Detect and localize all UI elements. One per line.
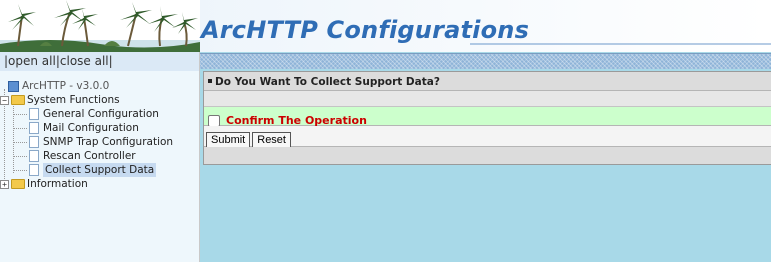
form-spacer [204, 91, 771, 107]
separator: | [108, 54, 113, 68]
open-close-bar: |open all|close all| [0, 52, 199, 71]
confirm-row: Confirm The Operation [204, 107, 771, 127]
sidebar-item-label: Mail Configuration [43, 122, 139, 134]
sidebar-item-label: Rescan Controller [43, 150, 136, 162]
tree-folder-information[interactable]: + Information [0, 177, 88, 191]
page-icon [29, 136, 39, 148]
bullet-icon [208, 79, 212, 83]
collapse-minus-icon[interactable]: − [0, 95, 9, 105]
folder-closed-icon [11, 179, 25, 189]
folder-open-icon [11, 95, 25, 105]
sidebar-item-label: Collect Support Data [43, 163, 157, 177]
tree-connector [13, 156, 27, 157]
tree-connector [13, 142, 27, 143]
sidebar-item-general-configuration[interactable]: General Configuration [27, 107, 159, 121]
sidebar-item-rescan-controller[interactable]: Rescan Controller [27, 149, 136, 163]
sidebar-item-label: SNMP Trap Configuration [43, 136, 174, 148]
form-question: Do You Want To Collect Support Data? [204, 72, 771, 91]
palm-trees-logo [0, 0, 200, 52]
tree-folder-label: System Functions [27, 94, 120, 106]
page-icon [29, 150, 39, 162]
close-all-link[interactable]: close all [60, 54, 109, 68]
confirm-checkbox[interactable] [208, 114, 220, 127]
title-underline [470, 43, 771, 45]
page-icon [29, 164, 39, 176]
sidebar-item-collect-support-data[interactable]: Collect Support Data [27, 163, 157, 177]
tree-root[interactable]: ArcHTTP - v3.0.0 [8, 79, 109, 93]
question-text: Do You Want To Collect Support Data? [215, 76, 440, 88]
tree-connector [13, 170, 27, 171]
banner: ArcHTTP Configurations [0, 0, 771, 52]
main-content: Do You Want To Collect Support Data? Con… [199, 52, 771, 262]
form-footer [204, 147, 771, 164]
sidebar-item-label: General Configuration [43, 108, 159, 120]
sidebar: |open all|close all| ArcHTTP - v3.0.0 − S… [0, 52, 199, 262]
collect-support-form: Do You Want To Collect Support Data? Con… [203, 71, 771, 165]
app-title: ArcHTTP Configurations [201, 16, 530, 44]
sidebar-item-snmp-trap-configuration[interactable]: SNMP Trap Configuration [27, 135, 173, 149]
page-icon [29, 122, 39, 134]
page-icon [29, 108, 39, 120]
tree-root-label: ArcHTTP - v3.0.0 [22, 80, 110, 92]
computer-icon [8, 80, 19, 92]
open-all-link[interactable]: open all [8, 54, 56, 68]
sidebar-item-mail-configuration[interactable]: Mail Configuration [27, 121, 139, 135]
tree-connector [13, 101, 14, 173]
button-row: Submit Reset [204, 126, 771, 149]
header-strip [200, 53, 771, 69]
tree-connector [13, 114, 27, 115]
expand-plus-icon[interactable]: + [0, 179, 9, 189]
tree-connector [13, 128, 27, 129]
tree-folder-label: Information [27, 178, 88, 190]
tree-folder-system-functions[interactable]: − System Functions [0, 93, 120, 107]
